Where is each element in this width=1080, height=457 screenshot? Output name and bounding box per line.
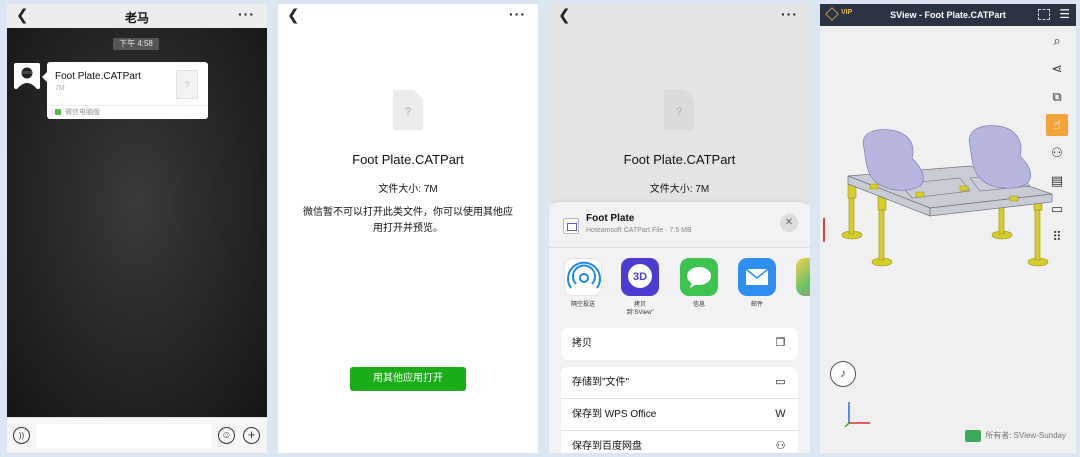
file-message-bubble[interactable]: Foot Plate.CATPart 7M ? 微信电脑版 bbox=[42, 62, 208, 119]
message-input[interactable] bbox=[37, 424, 211, 448]
close-icon[interactable]: ✕ bbox=[780, 214, 798, 232]
file-icon-glyph: ? bbox=[404, 106, 412, 118]
chat-title: 老马 bbox=[124, 11, 149, 25]
file-name: Foot Plate.CATPart bbox=[623, 152, 736, 167]
owner-text: 所有者: SView-Sunday bbox=[985, 431, 1066, 441]
file-size: 7M bbox=[55, 85, 65, 92]
axis-triad-icon bbox=[844, 402, 870, 428]
action-label: 存储到"文件" bbox=[572, 377, 630, 388]
share-app-mail[interactable]: 邮件 bbox=[735, 258, 779, 309]
sview-viewer-screen: VIP SView - Foot Plate.CATPart ☰ ⌕ ⋖ ⧉ ☝… bbox=[820, 4, 1076, 453]
touch-icon[interactable]: ☝ bbox=[1046, 114, 1068, 136]
chevron-left-icon[interactable]: ❮ bbox=[558, 7, 571, 25]
measure-icon[interactable]: ⧉ bbox=[1046, 86, 1068, 108]
unknown-file-icon: ? bbox=[393, 90, 423, 130]
file-size: 文件大小: 7M bbox=[378, 184, 438, 195]
sview-icon: 3D bbox=[621, 258, 659, 296]
open-with-other-app-button[interactable]: 用其他应用打开 bbox=[350, 367, 466, 391]
action-label: 保存到百度网盘 bbox=[572, 441, 642, 452]
share-app-label: 拷 解 bbox=[793, 301, 810, 317]
copy-icon: ❐ bbox=[775, 337, 786, 349]
avatar[interactable] bbox=[14, 63, 40, 89]
file-name: Foot Plate.CATPart bbox=[55, 71, 141, 82]
preview-nav-bar: ❮ ··· bbox=[278, 4, 538, 28]
chat-input-bar: )) ☺ + bbox=[7, 417, 267, 453]
wechat-pc-icon bbox=[55, 109, 61, 116]
share-app-label: 邮件 bbox=[750, 302, 763, 308]
action-label: 保存到 WPS Office bbox=[572, 409, 657, 420]
viewer-top-bar: VIP SView - Foot Plate.CATPart ☰ bbox=[820, 4, 1076, 26]
comment-icon[interactable]: ▭ bbox=[1046, 198, 1068, 220]
svg-text:3D: 3D bbox=[633, 271, 647, 283]
more-icon[interactable]: ··· bbox=[781, 6, 798, 22]
share-action-group: 存储到"文件" ▭ 保存到 WPS Office W 保存到百度网盘 ⚇ bbox=[561, 367, 798, 453]
action-label: 拷贝 bbox=[572, 338, 592, 349]
share-action-copy-group: 拷贝 ❐ bbox=[561, 328, 798, 360]
file-icon-glyph: ? bbox=[675, 106, 683, 118]
share-app-more[interactable]: 拷 解 bbox=[793, 258, 810, 317]
message-timestamp: 下午 4:58 bbox=[113, 38, 159, 50]
messages-icon bbox=[680, 258, 718, 296]
file-icon-glyph: ? bbox=[184, 80, 190, 90]
share-icon[interactable]: ⋖ bbox=[1046, 58, 1068, 80]
chat-bubble-icon bbox=[965, 430, 982, 442]
share-app-label: 隔空投送 bbox=[570, 302, 595, 308]
emoji-icon[interactable]: ☺ bbox=[218, 427, 235, 444]
grid-icon[interactable]: ⠿ bbox=[1046, 226, 1068, 248]
share-action-save-files[interactable]: 存储到"文件" ▭ bbox=[561, 367, 798, 399]
folder-icon: ▭ bbox=[775, 376, 786, 388]
share-file-subtitle: Hoteamsoft CATPart File · 7.5 MB bbox=[586, 227, 692, 234]
airdrop-icon bbox=[564, 258, 602, 296]
file-icon: ? bbox=[176, 70, 198, 99]
wps-icon: W bbox=[775, 408, 786, 420]
plus-icon[interactable]: + bbox=[243, 427, 260, 444]
unsupported-message: 微信暂不可以打开此类文件，你可以使用其他应用打开并预览。 bbox=[303, 207, 513, 234]
voice-icon[interactable]: )) bbox=[13, 427, 30, 444]
share-app-label: 拷贝 到"SView" bbox=[626, 302, 654, 316]
app-icon bbox=[796, 258, 810, 296]
preview-nav-bar: ❮ ··· bbox=[549, 4, 810, 28]
share-file-title: Foot Plate bbox=[586, 213, 635, 224]
share-action-save-wps[interactable]: 保存到 WPS Office W bbox=[561, 399, 798, 431]
share-app-sview[interactable]: 3D 拷贝 到"SView" bbox=[618, 258, 662, 317]
share-sheet-header: Foot Plate Hoteamsoft CATPart File · 7.5… bbox=[549, 202, 810, 248]
share-app-row: 隔空投送 3D 拷贝 到"SView" 信息 邮件 bbox=[549, 258, 810, 324]
share-action-save-baidu[interactable]: 保存到百度网盘 ⚇ bbox=[561, 431, 798, 453]
share-app-airdrop[interactable]: 隔空投送 bbox=[561, 258, 605, 309]
unknown-file-icon: ? bbox=[664, 90, 694, 130]
menu-icon[interactable]: ☰ bbox=[1059, 8, 1070, 20]
chevron-left-icon[interactable]: ❮ bbox=[287, 7, 300, 25]
baidu-icon: ⚇ bbox=[775, 440, 786, 452]
3d-model-viewport[interactable] bbox=[820, 26, 1076, 453]
more-icon[interactable]: ··· bbox=[509, 6, 526, 22]
catpart-file-icon bbox=[563, 218, 579, 234]
share-app-messages[interactable]: 信息 bbox=[677, 258, 721, 309]
annotation-icon[interactable]: ▤ bbox=[1046, 170, 1068, 192]
share-sheet-screen: ❮ ··· ? Foot Plate.CATPart 文件大小: 7M Foot… bbox=[549, 4, 810, 453]
search-icon[interactable]: ⌕ bbox=[1046, 30, 1068, 52]
file-size: 文件大小: 7M bbox=[649, 184, 710, 195]
owner-label: 所有者: SView-Sunday bbox=[965, 430, 1066, 442]
microphone-icon[interactable]: ♪ bbox=[830, 361, 856, 387]
share-action-copy[interactable]: 拷贝 ❐ bbox=[561, 328, 798, 360]
share-sheet: Foot Plate Hoteamsoft CATPart File · 7.5… bbox=[549, 202, 810, 453]
more-icon[interactable]: ··· bbox=[238, 6, 255, 22]
mail-icon bbox=[738, 258, 776, 296]
chat-screen: ❮ 老马 ··· 下午 4:58 Foot Plate.CATPart 7M ?… bbox=[7, 4, 267, 453]
assembly-icon[interactable]: ⚇ bbox=[1046, 142, 1068, 164]
file-name: Foot Plate.CATPart bbox=[352, 152, 464, 167]
fullscreen-icon[interactable] bbox=[1038, 9, 1050, 20]
share-app-label: 信息 bbox=[692, 302, 705, 308]
file-preview-screen: ❮ ··· ? Foot Plate.CATPart 文件大小: 7M 微信暂不… bbox=[278, 4, 538, 453]
message-source: 微信电脑版 bbox=[47, 105, 208, 119]
source-label: 微信电脑版 bbox=[65, 109, 100, 116]
chat-nav-bar: ❮ 老马 ··· bbox=[7, 4, 267, 28]
